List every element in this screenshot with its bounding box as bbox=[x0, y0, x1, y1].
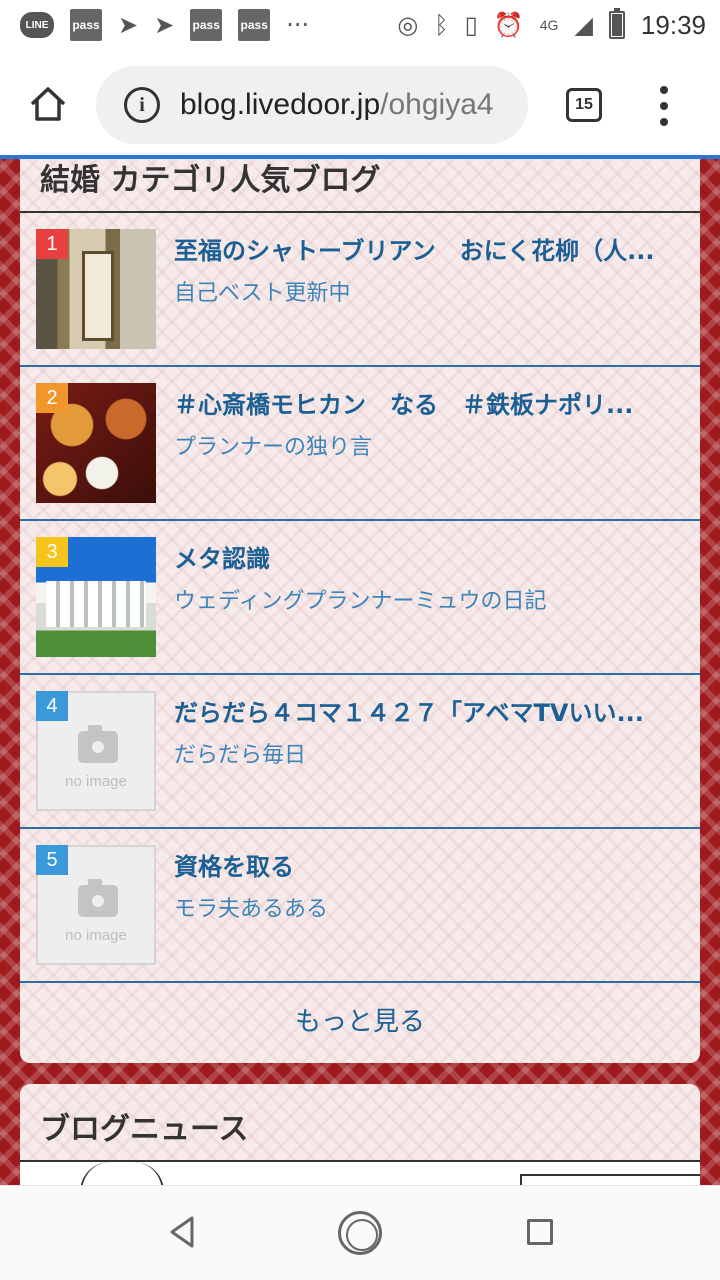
bluetooth-icon: ᛒ bbox=[434, 11, 449, 39]
entry-title-link[interactable]: だらだら４コマ１４２７「アベマTVいい... bbox=[174, 693, 690, 728]
signal-icon: ◢ bbox=[574, 11, 593, 39]
rank-badge: 1 bbox=[36, 229, 68, 259]
entry-title-link[interactable]: ＃心斎橋モヒカン なる ＃鉄板ナポリ... bbox=[174, 385, 690, 420]
alarm-icon: ⏰ bbox=[493, 11, 524, 39]
rank-badge: 2 bbox=[36, 383, 68, 413]
ranking-heading: 結婚 カテゴリ人気ブログ bbox=[40, 163, 381, 198]
pass-icon: pass bbox=[238, 9, 271, 41]
entry-title-link[interactable]: 至福のシャトーブリアン おにく花柳（人... bbox=[174, 231, 690, 266]
camera-icon bbox=[78, 879, 118, 917]
camera-icon bbox=[78, 725, 118, 763]
page-content[interactable]: 結婚 カテゴリ人気ブログ 1 至福のシャトーブリアン おにく花柳（人... 自己… bbox=[0, 159, 720, 1185]
entry-title-link[interactable]: 資格を取る bbox=[174, 847, 690, 882]
address-bar[interactable]: i blog.livedoor.jp/ohgiya4 bbox=[96, 66, 528, 144]
tab-switcher-button[interactable]: 15 bbox=[566, 88, 602, 122]
url-host: blog.livedoor.jp bbox=[180, 88, 381, 121]
hotspot-icon: ◎ bbox=[397, 11, 419, 39]
back-icon[interactable] bbox=[164, 1214, 200, 1250]
url-text: blog.livedoor.jp/ohgiya4 bbox=[180, 88, 494, 122]
status-time: 19:39 bbox=[640, 9, 706, 40]
ranking-item[interactable]: 2 ＃心斎橋モヒカン なる ＃鉄板ナポリ... プランナーの独り言 bbox=[20, 367, 700, 521]
blog-name-link[interactable]: モラ夫あるある bbox=[174, 891, 690, 923]
category-ranking-card: 結婚 カテゴリ人気ブログ 1 至福のシャトーブリアン おにく花柳（人... 自己… bbox=[20, 159, 700, 1063]
home-nav-icon[interactable] bbox=[338, 1211, 382, 1255]
rank-badge: 4 bbox=[36, 691, 68, 721]
blog-news-card: ブログニュース bbox=[20, 1084, 700, 1185]
news-heading: ブログニュース bbox=[40, 1112, 249, 1147]
ranking-item[interactable]: 4 no image だらだら４コマ１４２７「アベマTVいい... だらだら毎日 bbox=[20, 675, 700, 829]
rank-badge: 5 bbox=[36, 845, 68, 875]
pass-icon: pass bbox=[70, 9, 102, 41]
battery-icon bbox=[608, 8, 625, 39]
no-image-label: no image bbox=[65, 927, 127, 944]
rank-badge: 3 bbox=[36, 537, 68, 567]
url-path: /ohgiya4 bbox=[380, 88, 494, 121]
paper-plane-icon: ➤ bbox=[154, 11, 175, 39]
home-icon bbox=[30, 87, 66, 121]
more-notifications-icon: ··· bbox=[286, 11, 310, 39]
overflow-menu-icon[interactable] bbox=[654, 86, 674, 126]
pass-icon: pass bbox=[190, 9, 223, 41]
entry-title-link[interactable]: メタ認識 bbox=[174, 539, 690, 574]
status-bar: LINE pass ➤ ➤ pass pass ··· ◎ ᛒ ▯ ⏰ 4G ◢… bbox=[0, 0, 720, 50]
news-comic-preview[interactable] bbox=[20, 1162, 700, 1185]
recents-icon[interactable] bbox=[527, 1219, 553, 1245]
blog-name-link[interactable]: プランナーの独り言 bbox=[174, 429, 690, 461]
browser-toolbar: i blog.livedoor.jp/ohgiya4 15 bbox=[0, 50, 720, 156]
line-icon: LINE bbox=[20, 12, 54, 38]
blog-name-link[interactable]: ウェディングプランナーミュウの日記 bbox=[174, 583, 690, 615]
ranking-item[interactable]: 3 メタ認識 ウェディングプランナーミュウの日記 bbox=[20, 521, 700, 675]
ranking-item[interactable]: 5 no image 資格を取る モラ夫あるある bbox=[20, 829, 700, 983]
home-button[interactable] bbox=[22, 78, 74, 130]
paper-plane-icon: ➤ bbox=[118, 11, 139, 39]
info-icon[interactable]: i bbox=[124, 87, 160, 123]
no-image-label: no image bbox=[65, 773, 127, 790]
see-more-link[interactable]: もっと見る bbox=[20, 979, 700, 1059]
navigation-bar bbox=[0, 1185, 720, 1280]
blog-name-link[interactable]: だらだら毎日 bbox=[174, 737, 690, 769]
vibrate-icon: ▯ bbox=[464, 11, 478, 39]
blog-name-link[interactable]: 自己ベスト更新中 bbox=[174, 275, 690, 307]
network-type-label: 4G bbox=[539, 17, 559, 33]
ranking-item[interactable]: 1 至福のシャトーブリアン おにく花柳（人... 自己ベスト更新中 bbox=[20, 213, 700, 367]
